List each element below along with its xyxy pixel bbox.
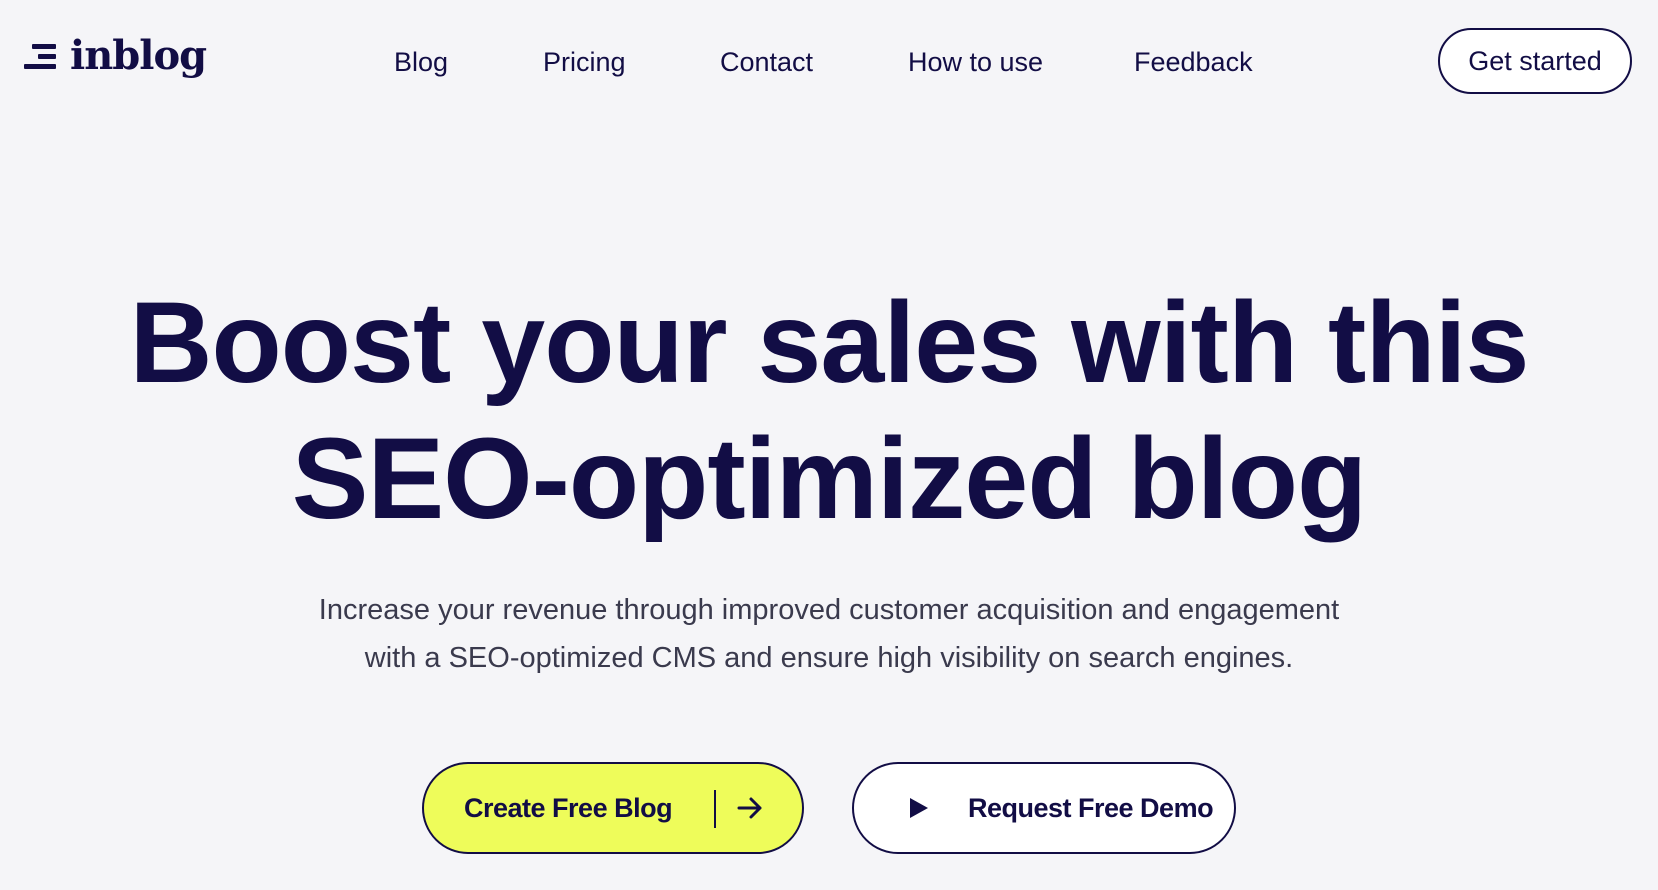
request-free-demo-button[interactable]: Request Free Demo (852, 762, 1236, 854)
nav-link-how-to-use[interactable]: How to use (908, 42, 1043, 82)
hero-subtitle: Increase your revenue through improved c… (0, 586, 1658, 682)
hero-title: Boost your sales with this SEO-optimized… (0, 275, 1658, 547)
nav-link-feedback[interactable]: Feedback (1134, 42, 1253, 82)
site-header: inblog Blog Pricing Contact How to use F… (0, 0, 1658, 124)
request-free-demo-label: Request Free Demo (968, 793, 1214, 823)
nav-link-pricing[interactable]: Pricing (543, 42, 626, 82)
arrow-right-icon (737, 797, 762, 819)
button-divider (714, 790, 716, 828)
hero-subtitle-line-1: Increase your revenue through improved c… (318, 594, 1340, 626)
landing-page: inblog Blog Pricing Contact How to use F… (0, 0, 1658, 890)
create-free-blog-button[interactable]: Create Free Blog (422, 762, 804, 854)
hero-subtitle-line-2: with a SEO-optimized CMS and ensure high… (364, 642, 1294, 674)
create-free-blog-label: Create Free Blog (464, 793, 673, 823)
main-nav: Blog Pricing Contact How to use Feedback (0, 42, 1658, 82)
hero-title-line-2: SEO-optimized blog (291, 415, 1367, 543)
play-icon (910, 798, 928, 818)
get-started-button[interactable]: Get started (1438, 28, 1632, 94)
nav-link-contact[interactable]: Contact (720, 42, 813, 82)
hero-title-line-1: Boost your sales with this (129, 279, 1530, 407)
nav-link-blog[interactable]: Blog (394, 42, 448, 82)
